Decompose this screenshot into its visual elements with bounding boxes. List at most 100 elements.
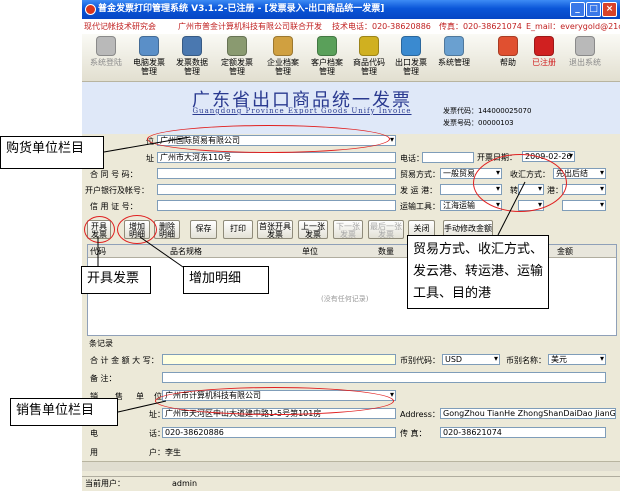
action-button-8[interactable]: 最后一张 发票: [368, 220, 404, 239]
toolbar-product-code-button[interactable]: 商品代码 管理: [345, 36, 393, 80]
bank-field[interactable]: [157, 184, 396, 195]
user-label-char: 用: [90, 448, 98, 457]
col-unit: 单位: [302, 247, 318, 256]
action-button-6[interactable]: 上一张 发票: [298, 220, 328, 239]
seller-phone-field[interactable]: 020-38620886: [162, 427, 396, 438]
action-button-7[interactable]: 下一张 发票: [333, 220, 363, 239]
destination-port-select[interactable]: [562, 200, 606, 211]
toolbar-label: 商品代码 管理: [353, 58, 385, 76]
buyer-highlight-ellipse: [147, 125, 390, 153]
computer-invoice-icon: [139, 36, 159, 56]
toolbar-export-invoice-button[interactable]: 出口发票 管理: [387, 36, 435, 80]
seller-form: 合 计 金 额 大 写： 币别代码： USD 币别名称： 美元 备 注： 销 售…: [82, 351, 620, 473]
toolbar-label: 已注册: [532, 58, 556, 67]
depart-label: 发 运 港：: [400, 186, 438, 195]
col-code: 代码: [90, 247, 106, 256]
title-bar: 普金发票打印管理系统 V3.1.2-已注册 - [发票录入-出口商品统一发票] …: [82, 0, 620, 19]
credit-field[interactable]: [157, 200, 396, 211]
invoice-banner: 广东省出口商品统一发票 Guangdong Province Export Go…: [82, 82, 620, 134]
empty-message: (没有任何记录): [321, 295, 369, 303]
toolbar-customer-file-button[interactable]: 客户档案 管理: [303, 36, 351, 80]
export-invoice-icon: [401, 36, 421, 56]
toolbar-computer-invoice-button[interactable]: 电脑发票 管理: [125, 36, 173, 80]
info-center: 广州市普金计算机科技有限公司联合开发: [178, 22, 322, 31]
add-highlight-ellipse: [117, 215, 157, 244]
toolbar-label: 电脑发票 管理: [133, 58, 165, 76]
minimize-button[interactable]: _: [570, 2, 585, 17]
toolbar-label: 客户档案 管理: [311, 58, 343, 76]
total-field[interactable]: [162, 354, 396, 365]
toolbar-user-login-button[interactable]: 系统登陆: [82, 36, 130, 80]
horizontal-scrollbar[interactable]: [82, 461, 620, 471]
app-icon: [85, 4, 96, 15]
fixed-invoice-icon: [227, 36, 247, 56]
seller-fax-field[interactable]: 020-38621074: [440, 427, 606, 438]
buyer-annotation: 购货单位栏目: [0, 136, 104, 169]
action-button-3[interactable]: 保存: [190, 220, 217, 239]
total-label: 合 计 金 额 大 写：: [90, 356, 159, 365]
action-button-4[interactable]: 打印: [223, 220, 253, 239]
address-en-field[interactable]: GongZhou TianHe ZhongShanDaiDao JianGong…: [440, 408, 616, 419]
address-label: 址: [146, 154, 154, 163]
invoice-data-icon: [182, 36, 202, 56]
system-settings-icon: [444, 36, 464, 56]
seller-annotation: 销售单位栏目: [10, 398, 118, 426]
close-button[interactable]: ×: [602, 2, 617, 17]
info-phone: 技术电话：020-38620886: [332, 22, 431, 31]
toolbar-label: 定额发票 管理: [221, 58, 253, 76]
toolbar-company-file-button[interactable]: 企业档案 管理: [259, 36, 307, 80]
toolbar-exit-button[interactable]: 退出系统: [561, 36, 609, 80]
info-fax: 传真：020-38621074: [439, 22, 522, 31]
company-info-bar: 现代记帐技术研究会 广州市普金计算机科技有限公司联合开发 技术电话：020-38…: [82, 19, 620, 34]
credit-label: 信 用 证 号：: [90, 202, 138, 211]
toolbar-invoice-data-button[interactable]: 发票数据 管理: [168, 36, 216, 80]
status-user-label: 当前用户：: [85, 479, 125, 488]
action-button-5[interactable]: 首张开具 发票: [257, 220, 293, 239]
currency-name-select[interactable]: 美元: [548, 354, 606, 365]
transfer-port-select[interactable]: [562, 184, 606, 195]
invoice-number: 发票号码：00000103: [443, 119, 514, 127]
currency-name-label: 币别名称：: [506, 356, 546, 365]
col-qty: 数量: [378, 247, 394, 256]
action-button-2[interactable]: 删除 明细: [154, 220, 180, 239]
seller-highlight-ellipse: [155, 387, 394, 415]
toolbar-label: 退出系统: [569, 58, 601, 67]
col-name: 品名规格: [170, 247, 202, 256]
info-left: 现代记帐技术研究会: [84, 22, 156, 31]
company-file-icon: [273, 36, 293, 56]
add-annotation: 增加明细: [183, 266, 269, 294]
toolbar-label: 帮助: [500, 58, 516, 67]
user-login-icon: [96, 36, 116, 56]
currency-code-label: 币别代码：: [400, 356, 440, 365]
address-en-label: Address：: [400, 410, 440, 419]
contract-field[interactable]: [157, 168, 396, 179]
status-bar: 当前用户： admin: [82, 476, 620, 491]
toolbar-fixed-invoice-button[interactable]: 定额发票 管理: [213, 36, 261, 80]
toolbar-label: 系统登陆: [90, 58, 122, 67]
issue-highlight-ellipse: [84, 216, 115, 243]
transport-label: 运输工具：: [400, 202, 440, 211]
main-toolbar: 系统登陆 电脑发票 管理 发票数据 管理 定额发票 管理 企业档案 管理 客户档案 管理商…: [82, 34, 620, 82]
col-amount: 金额: [557, 247, 573, 256]
user-label: 户：李生: [149, 448, 181, 457]
registered-icon: [534, 36, 554, 56]
info-email: E_mail：everygold@21cn.c: [526, 22, 620, 31]
phone-field[interactable]: [422, 152, 474, 163]
toolbar-label: 出口发票 管理: [395, 58, 427, 76]
currency-code-select[interactable]: USD: [442, 354, 500, 365]
remark-field[interactable]: [162, 372, 606, 383]
invoice-code: 发票代码：144000025070: [443, 107, 532, 115]
toolbar-label: 系统管理: [438, 58, 470, 67]
help-icon: [498, 36, 518, 56]
seller-fax-label: 传 真：: [400, 429, 427, 438]
remark-label: 备 注：: [90, 374, 117, 383]
toolbar-label: 发票数据 管理: [176, 58, 208, 76]
fields-highlight-ellipse: [473, 154, 567, 212]
address-field[interactable]: 广州市大河东110号: [157, 152, 396, 163]
maximize-button[interactable]: □: [586, 2, 601, 17]
fields-annotation: 贸易方式、收汇方式、发云港、转运港、运输工具、目的港: [407, 235, 549, 309]
toolbar-system-settings-button[interactable]: 系统管理: [430, 36, 478, 80]
phone-label: 电话：: [400, 154, 424, 163]
trade-label: 贸易方式：: [400, 170, 440, 179]
issue-annotation: 开具发票: [81, 266, 151, 294]
